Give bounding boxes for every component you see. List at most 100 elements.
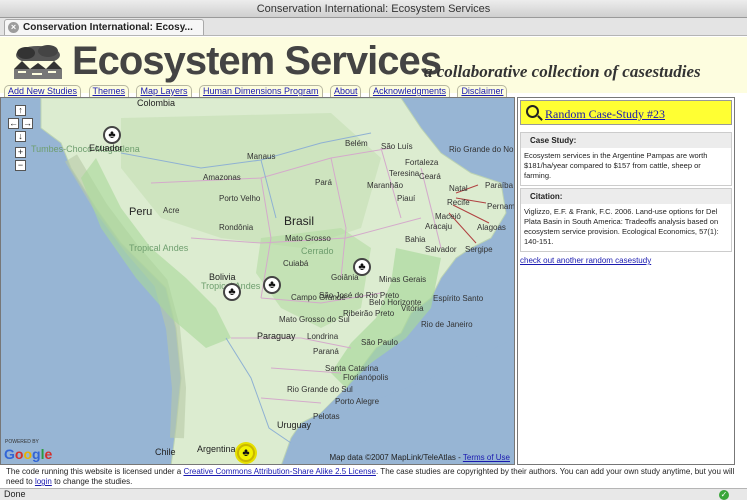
city-label: Amazonas bbox=[203, 173, 241, 182]
city-label: Rio Grande do Sul bbox=[287, 385, 353, 394]
city-label: Cuiabá bbox=[283, 259, 309, 268]
city-label: Pará bbox=[315, 178, 332, 187]
citation-box: Citation: Viglizzo, E.F. & Frank, F.C. 2… bbox=[520, 188, 732, 252]
city-label: São Luís bbox=[381, 142, 413, 151]
city-label: Piauí bbox=[397, 194, 416, 203]
country-label: Peru bbox=[129, 206, 153, 218]
browser-tab[interactable]: × Conservation International: Ecosy... bbox=[4, 19, 204, 35]
country-label: Argentina bbox=[197, 444, 236, 454]
country-label: Uruguay bbox=[277, 420, 312, 430]
city-label: Aracaju bbox=[425, 222, 453, 231]
status-bar: Done ✓ bbox=[0, 488, 747, 500]
site-logo bbox=[14, 45, 62, 79]
city-label: Mato Grosso do Sul bbox=[279, 315, 350, 324]
site-header: Ecosystem Services a collaborative colle… bbox=[0, 37, 747, 97]
country-label: Colombia bbox=[137, 98, 176, 108]
case-study-marker[interactable]: ♣ bbox=[103, 126, 121, 144]
tree-icon: ♣ bbox=[242, 447, 250, 459]
city-label: Maranhão bbox=[367, 181, 404, 190]
country-label: Ecuador bbox=[89, 143, 123, 153]
nav-map-layers[interactable]: Map Layers bbox=[136, 85, 192, 97]
zoom-out-button[interactable]: − bbox=[15, 160, 26, 171]
city-label: Bahia bbox=[405, 235, 426, 244]
close-icon[interactable]: × bbox=[8, 22, 19, 33]
city-label: Paraná bbox=[313, 347, 339, 356]
terms-of-use-link[interactable]: Terms of Use bbox=[463, 453, 510, 462]
random-case-study-link[interactable]: Random Case-Study #23 bbox=[545, 107, 665, 122]
another-random-casestudy-link[interactable]: check out another random casestudy bbox=[520, 256, 651, 265]
city-label: Rio de Janeiro bbox=[421, 320, 473, 329]
city-label: Rio Grande do Norte bbox=[449, 145, 514, 154]
nav-acknowledgments[interactable]: Acknowledgments bbox=[368, 85, 450, 97]
case-study-marker[interactable]: ♣ bbox=[263, 276, 281, 294]
case-study-box: Case Study: Ecosystem services in the Ar… bbox=[520, 132, 732, 186]
map-attribution-text: Map data ©2007 MapLink/TeleAtlas - bbox=[329, 453, 461, 462]
tree-icon: ♣ bbox=[358, 261, 366, 273]
random-case-study-header[interactable]: Random Case-Study #23 bbox=[520, 100, 732, 125]
tab-label: Conservation International: Ecosy... bbox=[23, 22, 193, 33]
footer-text: to change the studies. bbox=[54, 477, 133, 486]
powered-by-label: POWERED BY bbox=[5, 439, 39, 445]
zoom-in-button[interactable]: + bbox=[15, 147, 26, 158]
city-label: Pernam bbox=[487, 202, 515, 211]
case-study-marker-selected[interactable]: ♣ bbox=[237, 444, 255, 462]
tree-icon: ♣ bbox=[108, 129, 116, 141]
license-link[interactable]: Creative Commons Attribution-Share Alike… bbox=[183, 467, 376, 476]
country-label: Bolivia bbox=[209, 272, 236, 282]
nav-add-new-studies[interactable]: Add New Studies bbox=[4, 85, 82, 97]
map-attribution: Map data ©2007 MapLink/TeleAtlas - Terms… bbox=[329, 453, 510, 462]
pan-down-button[interactable]: ↓ bbox=[15, 131, 26, 142]
city-label: Pelotas bbox=[313, 412, 340, 421]
site-title: Ecosystem Services bbox=[72, 39, 442, 83]
city-label: Porto Alegre bbox=[335, 397, 380, 406]
case-study-panel: Random Case-Study #23 Case Study: Ecosys… bbox=[517, 97, 735, 465]
city-label: Rondônia bbox=[219, 223, 254, 232]
city-label: Santa Catarina bbox=[325, 364, 379, 373]
pan-up-button[interactable]: ↑ bbox=[15, 105, 26, 116]
check-icon: ✓ bbox=[719, 490, 729, 500]
region-label: Cerrado bbox=[301, 246, 334, 256]
city-label: São José do Rio Preto bbox=[319, 291, 400, 300]
city-label: Maceió bbox=[435, 212, 461, 221]
city-label: Alagoas bbox=[477, 223, 506, 232]
tree-icon: ♣ bbox=[268, 279, 276, 291]
main-nav: Add New Studies Themes Map Layers Human … bbox=[4, 81, 510, 97]
city-label: Manaus bbox=[247, 152, 276, 161]
page-footer: The code running this website is license… bbox=[6, 467, 741, 487]
nav-about[interactable]: About bbox=[329, 85, 362, 97]
city-label: Espírito Santo bbox=[433, 294, 484, 303]
site-tagline: a collaborative collection of casestudie… bbox=[424, 62, 701, 81]
nav-human-dimensions-program[interactable]: Human Dimensions Program bbox=[198, 85, 323, 97]
magnifier-icon bbox=[526, 105, 539, 118]
country-label: Paraguay bbox=[257, 331, 296, 341]
case-study-text: Ecosystem services in the Argentine Pamp… bbox=[524, 151, 708, 180]
city-label: Acre bbox=[163, 206, 180, 215]
map-view[interactable]: Tumbes-Chocó-Magdalena Tropical Andes Tr… bbox=[0, 97, 515, 465]
case-study-heading: Case Study: bbox=[521, 133, 731, 148]
country-label: Brasil bbox=[284, 214, 315, 228]
pan-right-button[interactable]: → bbox=[22, 118, 33, 129]
nav-themes[interactable]: Themes bbox=[88, 85, 130, 97]
window-title-bar: Conservation International: Ecosystem Se… bbox=[0, 0, 747, 18]
country-label: Chile bbox=[155, 447, 176, 457]
citation-text: Viglizzo, E.F. & Frank, F.C. 2006. Land-… bbox=[524, 207, 719, 246]
city-label: Goiânia bbox=[331, 273, 359, 282]
status-text: Done bbox=[4, 489, 26, 499]
case-study-marker[interactable]: ♣ bbox=[353, 258, 371, 276]
city-label: Ribeirão Preto bbox=[343, 309, 395, 318]
google-logo: Google bbox=[4, 446, 53, 462]
nav-disclaimer[interactable]: Disclaimer bbox=[457, 85, 508, 97]
region-label: Tumbes-Chocó-Magdalena bbox=[31, 144, 140, 154]
pan-left-button[interactable]: ← bbox=[8, 118, 19, 129]
login-link[interactable]: login bbox=[35, 477, 52, 486]
city-label: Teresina bbox=[389, 169, 420, 178]
city-label: Salvador bbox=[425, 245, 457, 254]
tab-bar: × Conservation International: Ecosy... bbox=[0, 18, 747, 36]
city-label: Paraíba bbox=[485, 181, 514, 190]
city-label: Natal bbox=[449, 184, 468, 193]
case-study-marker[interactable]: ♣ bbox=[223, 283, 241, 301]
tree-icon: ♣ bbox=[228, 286, 236, 298]
city-label: Minas Gerais bbox=[379, 275, 427, 284]
city-label: Londrina bbox=[307, 332, 339, 341]
city-label: Mato Grosso bbox=[285, 234, 331, 243]
